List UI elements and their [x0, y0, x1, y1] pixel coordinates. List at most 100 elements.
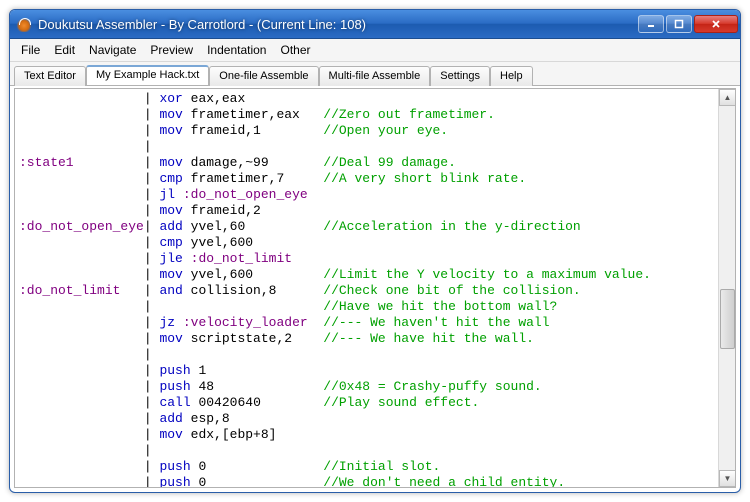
code-line[interactable]: :do_not_open_eye| add yvel,60 //Accelera…: [19, 219, 718, 235]
titlebar[interactable]: Doukutsu Assembler - By Carrotlord - (Cu…: [10, 10, 740, 39]
code-line[interactable]: | jle :do_not_limit: [19, 251, 718, 267]
menu-preview[interactable]: Preview: [143, 41, 200, 59]
code-args: yvel,600: [183, 267, 323, 282]
code-args: [159, 299, 323, 314]
code-label: [19, 171, 144, 186]
code-label: [19, 475, 144, 487]
code-label: [19, 251, 144, 266]
tab-text-editor[interactable]: Text Editor: [14, 66, 86, 86]
code-opcode: push: [159, 475, 190, 487]
java-icon: [16, 16, 32, 32]
scroll-up-button[interactable]: ▲: [719, 89, 736, 106]
app-window: Doukutsu Assembler - By Carrotlord - (Cu…: [9, 9, 741, 493]
code-line[interactable]: |: [19, 347, 718, 363]
code-args: edx,[ebp+8]: [183, 427, 277, 442]
code-args: frameid,2: [183, 203, 261, 218]
code-line[interactable]: |: [19, 443, 718, 459]
code-opcode: cmp: [159, 235, 182, 250]
tab-multi-file-assemble[interactable]: Multi-file Assemble: [319, 66, 431, 86]
code-label: [19, 139, 144, 154]
code-line[interactable]: | mov frameid,1 //Open your eye.: [19, 123, 718, 139]
code-args: [183, 251, 191, 266]
tab-settings[interactable]: Settings: [430, 66, 490, 86]
code-line[interactable]: | mov edx,[ebp+8]: [19, 427, 718, 443]
code-line[interactable]: :do_not_limit | and collision,8 //Check …: [19, 283, 718, 299]
code-args: damage,~99: [183, 155, 323, 170]
code-line[interactable]: | mov frametimer,eax //Zero out frametim…: [19, 107, 718, 123]
code-comment: //Zero out frametimer.: [323, 107, 495, 122]
scroll-thumb[interactable]: [720, 289, 735, 349]
code-args: yvel,600: [183, 235, 253, 250]
code-label: :do_not_open_eye: [19, 219, 144, 234]
code-args: yvel,60: [183, 219, 323, 234]
code-line[interactable]: | push 1: [19, 363, 718, 379]
code-line[interactable]: | push 48 //0x48 = Crashy-puffy sound.: [19, 379, 718, 395]
code-line[interactable]: | cmp frametimer,7 //A very short blink …: [19, 171, 718, 187]
code-comment: //Limit the Y velocity to a maximum valu…: [323, 267, 651, 282]
code-label-ref: :do_not_open_eye: [183, 187, 308, 202]
code-label: [19, 395, 144, 410]
code-opcode: mov: [159, 123, 182, 138]
tab-one-file-assemble[interactable]: One-file Assemble: [209, 66, 318, 86]
code-line[interactable]: | add esp,8: [19, 411, 718, 427]
code-label: [19, 203, 144, 218]
code-label: [19, 363, 144, 378]
code-args: 1: [191, 363, 207, 378]
code-line[interactable]: | call 00420640 //Play sound effect.: [19, 395, 718, 411]
code-label: [19, 347, 144, 362]
code-editor[interactable]: | xor eax,eax | mov frametimer,eax //Zer…: [15, 89, 718, 487]
code-line[interactable]: |: [19, 139, 718, 155]
code-label-ref: :velocity_loader: [183, 315, 308, 330]
code-args: frameid,1: [183, 123, 323, 138]
code-label: [19, 379, 144, 394]
code-args: 48: [191, 379, 324, 394]
code-opcode: jl: [159, 187, 175, 202]
code-label: :do_not_limit: [19, 283, 144, 298]
code-line[interactable]: | jl :do_not_open_eye: [19, 187, 718, 203]
code-opcode: jz: [159, 315, 175, 330]
code-comment: //We don't need a child entity.: [323, 475, 565, 487]
code-line[interactable]: | xor eax,eax: [19, 91, 718, 107]
tab-help[interactable]: Help: [490, 66, 533, 86]
code-opcode: mov: [159, 155, 182, 170]
code-line[interactable]: | push 0 //Initial slot.: [19, 459, 718, 475]
code-comment: //Acceleration in the y-direction: [323, 219, 580, 234]
code-label: [19, 267, 144, 282]
code-line[interactable]: | cmp yvel,600: [19, 235, 718, 251]
code-label: [19, 91, 144, 106]
code-line[interactable]: | mov scriptstate,2 //--- We have hit th…: [19, 331, 718, 347]
editor-area: | xor eax,eax | mov frametimer,eax //Zer…: [14, 88, 736, 488]
menu-other[interactable]: Other: [273, 41, 317, 59]
code-args: [175, 187, 183, 202]
code-line[interactable]: :state1 | mov damage,~99 //Deal 99 damag…: [19, 155, 718, 171]
code-args: frametimer,eax: [183, 107, 323, 122]
scroll-down-button[interactable]: ▼: [719, 470, 736, 487]
code-line[interactable]: | jz :velocity_loader //--- We haven't h…: [19, 315, 718, 331]
code-opcode: jle: [159, 251, 182, 266]
minimize-button[interactable]: [638, 15, 664, 33]
code-line[interactable]: | mov yvel,600 //Limit the Y velocity to…: [19, 267, 718, 283]
tab-my-example-hack[interactable]: My Example Hack.txt: [86, 65, 209, 85]
code-label: [19, 411, 144, 426]
code-label: [19, 315, 144, 330]
code-comment: //Open your eye.: [323, 123, 448, 138]
code-line[interactable]: | mov frameid,2: [19, 203, 718, 219]
vertical-scrollbar[interactable]: ▲ ▼: [718, 89, 735, 487]
menu-edit[interactable]: Edit: [47, 41, 82, 59]
code-opcode: push: [159, 379, 190, 394]
menu-navigate[interactable]: Navigate: [82, 41, 143, 59]
code-label: [19, 123, 144, 138]
code-line[interactable]: | push 0 //We don't need a child entity.: [19, 475, 718, 487]
code-opcode: mov: [159, 203, 182, 218]
code-comment: //--- We haven't hit the wall: [323, 315, 549, 330]
code-label-ref: :do_not_limit: [191, 251, 292, 266]
code-args: 00420640: [191, 395, 324, 410]
code-args: [308, 315, 324, 330]
code-comment: //0x48 = Crashy-puffy sound.: [323, 379, 541, 394]
close-button[interactable]: [694, 15, 738, 33]
code-opcode: call: [159, 395, 190, 410]
maximize-button[interactable]: [666, 15, 692, 33]
menu-indentation[interactable]: Indentation: [200, 41, 273, 59]
menu-file[interactable]: File: [14, 41, 47, 59]
code-line[interactable]: | //Have we hit the bottom wall?: [19, 299, 718, 315]
